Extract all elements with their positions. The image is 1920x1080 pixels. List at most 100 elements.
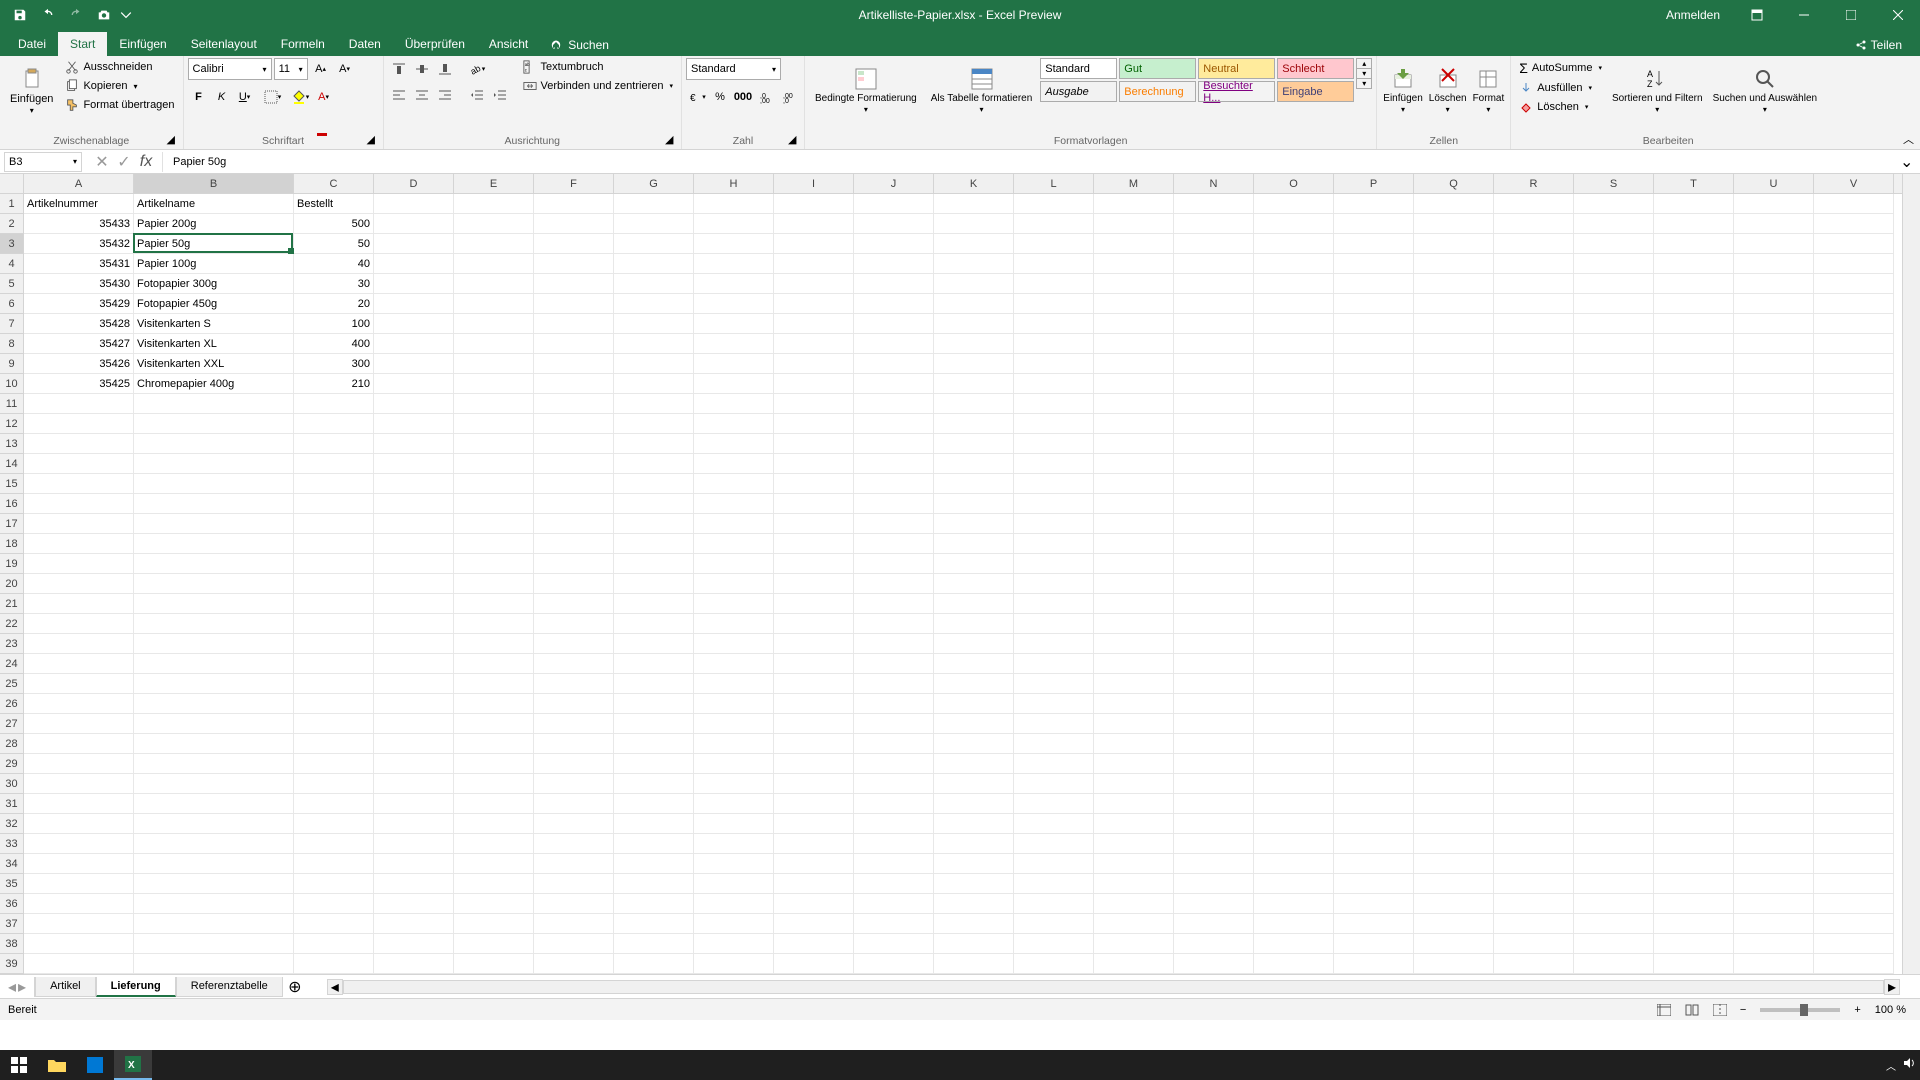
cell-O24[interactable] [1254,654,1334,674]
cell-J20[interactable] [854,574,934,594]
cell-T32[interactable] [1654,814,1734,834]
cell-Q18[interactable] [1414,534,1494,554]
cell-I25[interactable] [774,674,854,694]
cell-H15[interactable] [694,474,774,494]
row-header-38[interactable]: 38 [0,934,23,954]
cell-U9[interactable] [1734,354,1814,374]
cell-L23[interactable] [1014,634,1094,654]
cell-I36[interactable] [774,894,854,914]
decrease-indent-button[interactable] [466,84,488,106]
cell-D34[interactable] [374,854,454,874]
cell-G31[interactable] [614,794,694,814]
cell-G6[interactable] [614,294,694,314]
cell-T14[interactable] [1654,454,1734,474]
cell-S3[interactable] [1574,234,1654,254]
cell-R23[interactable] [1494,634,1574,654]
cell-T23[interactable] [1654,634,1734,654]
cell-V30[interactable] [1814,774,1894,794]
cell-C29[interactable] [294,754,374,774]
cell-G20[interactable] [614,574,694,594]
cell-H8[interactable] [694,334,774,354]
cell-L25[interactable] [1014,674,1094,694]
cell-L17[interactable] [1014,514,1094,534]
cell-E39[interactable] [454,954,534,974]
cell-V12[interactable] [1814,414,1894,434]
cell-S26[interactable] [1574,694,1654,714]
cell-J3[interactable] [854,234,934,254]
cell-B12[interactable] [134,414,294,434]
cell-Q13[interactable] [1414,434,1494,454]
cell-M4[interactable] [1094,254,1174,274]
cell-B35[interactable] [134,874,294,894]
cell-Q14[interactable] [1414,454,1494,474]
cell-M13[interactable] [1094,434,1174,454]
row-header-16[interactable]: 16 [0,494,23,514]
align-right-button[interactable] [434,84,456,106]
cell-O37[interactable] [1254,914,1334,934]
cell-M7[interactable] [1094,314,1174,334]
cell-N19[interactable] [1174,554,1254,574]
cell-F13[interactable] [534,434,614,454]
align-middle-button[interactable] [411,58,433,80]
cell-T29[interactable] [1654,754,1734,774]
cell-C27[interactable] [294,714,374,734]
cell-K4[interactable] [934,254,1014,274]
cell-J5[interactable] [854,274,934,294]
column-header-Q[interactable]: Q [1414,174,1494,193]
column-header-K[interactable]: K [934,174,1014,193]
cell-M14[interactable] [1094,454,1174,474]
cell-Q8[interactable] [1414,334,1494,354]
cell-K5[interactable] [934,274,1014,294]
cell-G24[interactable] [614,654,694,674]
cell-H33[interactable] [694,834,774,854]
row-header-21[interactable]: 21 [0,594,23,614]
cell-L13[interactable] [1014,434,1094,454]
cell-K34[interactable] [934,854,1014,874]
formula-input[interactable]: Papier 50g [167,156,1900,168]
cell-B6[interactable]: Fotopapier 450g [134,294,294,314]
cell-L16[interactable] [1014,494,1094,514]
maximize-button[interactable] [1828,0,1873,30]
cell-A30[interactable] [24,774,134,794]
cell-R28[interactable] [1494,734,1574,754]
cell-C38[interactable] [294,934,374,954]
cell-Q33[interactable] [1414,834,1494,854]
cell-D16[interactable] [374,494,454,514]
cell-I22[interactable] [774,614,854,634]
cell-B27[interactable] [134,714,294,734]
cell-S39[interactable] [1574,954,1654,974]
cell-R2[interactable] [1494,214,1574,234]
cell-D30[interactable] [374,774,454,794]
cell-L38[interactable] [1014,934,1094,954]
cell-Q16[interactable] [1414,494,1494,514]
cell-J7[interactable] [854,314,934,334]
style-good[interactable]: Gut [1119,58,1196,79]
cell-J39[interactable] [854,954,934,974]
cell-A20[interactable] [24,574,134,594]
cell-I3[interactable] [774,234,854,254]
cell-O32[interactable] [1254,814,1334,834]
cell-F32[interactable] [534,814,614,834]
row-header-26[interactable]: 26 [0,694,23,714]
cell-L21[interactable] [1014,594,1094,614]
cell-Q28[interactable] [1414,734,1494,754]
cell-F18[interactable] [534,534,614,554]
cell-B29[interactable] [134,754,294,774]
cell-A24[interactable] [24,654,134,674]
cell-O16[interactable] [1254,494,1334,514]
cell-F8[interactable] [534,334,614,354]
cell-H2[interactable] [694,214,774,234]
cell-C17[interactable] [294,514,374,534]
cell-R12[interactable] [1494,414,1574,434]
cell-V22[interactable] [1814,614,1894,634]
cell-D2[interactable] [374,214,454,234]
tab-review[interactable]: Überprüfen [393,32,477,56]
cell-M22[interactable] [1094,614,1174,634]
cell-S19[interactable] [1574,554,1654,574]
normal-view-button[interactable] [1652,1001,1676,1019]
cell-H6[interactable] [694,294,774,314]
increase-indent-button[interactable] [489,84,511,106]
cell-O20[interactable] [1254,574,1334,594]
cell-R10[interactable] [1494,374,1574,394]
cell-U5[interactable] [1734,274,1814,294]
